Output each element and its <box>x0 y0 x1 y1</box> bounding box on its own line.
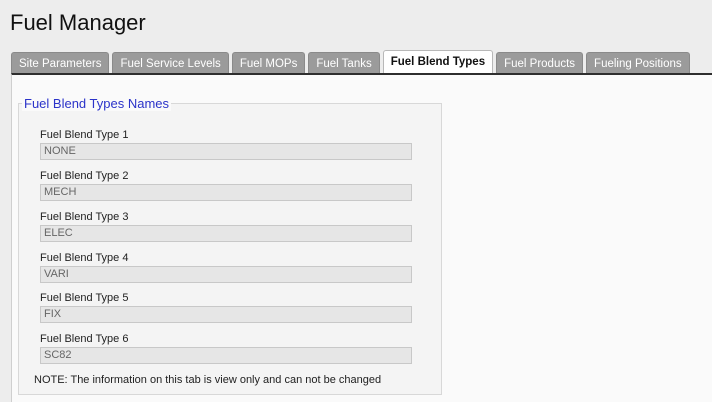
tab-site-parameters[interactable]: Site Parameters <box>11 52 110 74</box>
fuel-blend-type-4-field: Fuel Blend Type 4 VARI <box>40 252 412 283</box>
fuel-blend-type-2-label: Fuel Blend Type 2 <box>40 170 129 182</box>
fuel-blend-type-6-field: Fuel Blend Type 6 SC82 <box>40 333 412 364</box>
tab-fuel-blend-types[interactable]: Fuel Blend Types <box>382 50 494 74</box>
fuel-blend-type-5-input[interactable]: FIX <box>40 306 412 323</box>
tab-bar: Site Parameters Fuel Service Levels Fuel… <box>11 50 712 74</box>
tab-fueling-positions[interactable]: Fueling Positions <box>586 52 690 74</box>
fuel-blend-type-5-label: Fuel Blend Type 5 <box>40 292 129 304</box>
fuel-blend-type-2-input[interactable]: MECH <box>40 184 412 201</box>
tab-content-panel: Fuel Blend Types Names Fuel Blend Type 1… <box>11 73 712 402</box>
fuel-blend-type-4-label: Fuel Blend Type 4 <box>40 252 129 264</box>
fuel-blend-type-1-input[interactable]: NONE <box>40 143 412 160</box>
tab-fuel-tanks[interactable]: Fuel Tanks <box>308 52 380 74</box>
fuel-blend-type-5-field: Fuel Blend Type 5 FIX <box>40 292 412 323</box>
fuel-blend-type-3-input[interactable]: ELEC <box>40 225 412 242</box>
fuel-blend-type-6-label: Fuel Blend Type 6 <box>40 333 129 345</box>
fuel-blend-type-6-input[interactable]: SC82 <box>40 347 412 364</box>
fuel-blend-type-2-field: Fuel Blend Type 2 MECH <box>40 170 412 201</box>
page-title: Fuel Manager <box>10 10 146 35</box>
fuel-blend-type-3-field: Fuel Blend Type 3 ELEC <box>40 211 412 242</box>
fieldset-legend: Fuel Blend Types Names <box>22 96 171 111</box>
tab-fuel-service-levels[interactable]: Fuel Service Levels <box>112 52 229 74</box>
fuel-blend-type-4-input[interactable]: VARI <box>40 266 412 283</box>
fuel-blend-type-1-label: Fuel Blend Type 1 <box>40 129 129 141</box>
tab-fuel-mops[interactable]: Fuel MOPs <box>231 52 306 74</box>
fuel-blend-type-3-label: Fuel Blend Type 3 <box>40 211 129 223</box>
view-only-note: NOTE: The information on this tab is vie… <box>34 374 382 386</box>
tab-fuel-products[interactable]: Fuel Products <box>496 52 584 74</box>
fuel-blend-type-1-field: Fuel Blend Type 1 NONE <box>40 129 412 160</box>
